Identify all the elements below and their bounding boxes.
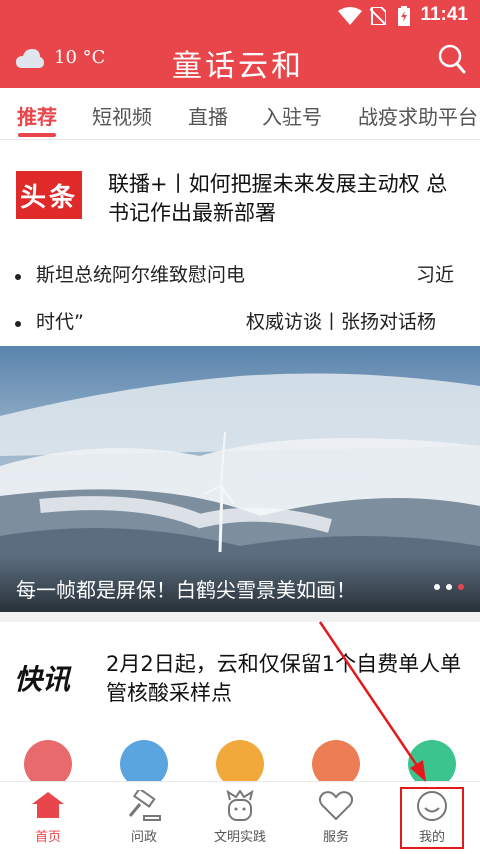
tab-epidemic-help[interactable]: 战疫求助平台	[358, 101, 478, 130]
no-sim-icon	[370, 7, 386, 25]
tab-accounts[interactable]: 入驻号	[262, 101, 322, 130]
status-bar: 11:41	[0, 0, 480, 32]
cloud-icon	[16, 48, 44, 68]
tab-live[interactable]: 直播	[188, 101, 228, 130]
status-time: 11:41	[420, 4, 468, 25]
app-header: 10 °C 童话云和	[0, 32, 480, 88]
highlight-box	[400, 787, 464, 849]
mascot-icon	[226, 790, 254, 821]
nav-home[interactable]: 首页	[0, 782, 96, 854]
ticker-list: 斯坦总统阿尔维致慰问电 习近 时代” 权威访谈丨张扬对话杨	[0, 252, 480, 344]
tab-short-video[interactable]: 短视频	[92, 101, 152, 130]
nav-civilization[interactable]: 文明实践	[192, 782, 288, 854]
banner-caption[interactable]: 每一帧都是屏保！白鹤尖雪景美如画！	[16, 574, 356, 603]
pager-dot-active[interactable]	[458, 584, 464, 590]
nav-service[interactable]: 服务	[288, 782, 384, 854]
tab-recommend[interactable]: 推荐	[17, 101, 57, 130]
pager-dot[interactable]	[434, 584, 440, 590]
ticker-item-2-left[interactable]: 时代”	[36, 307, 84, 343]
battery-icon	[398, 6, 410, 26]
nav-inquiry-label: 问政	[130, 830, 157, 845]
search-icon[interactable]	[438, 44, 466, 74]
heart-icon	[318, 791, 354, 821]
quick-icons-row	[0, 732, 480, 788]
channel-tabs: 推荐 短视频 直播 入驻号 战疫求助平台	[0, 88, 480, 140]
bullet-dot	[15, 274, 21, 280]
ticker-item-2-right[interactable]: 权威访谈丨张扬对话杨	[246, 307, 436, 343]
flash-news-logo: 快讯	[14, 663, 71, 696]
weather-widget[interactable]: 10 °C	[16, 47, 105, 68]
flash-news-title[interactable]: 2月2日起，云和仅保留1个自费单人单管核酸采样点	[106, 650, 466, 708]
headline-card[interactable]: 头条 联播+丨如何把握未来发展主动权 总书记作出最新部署	[0, 140, 480, 250]
banner-carousel[interactable]: 每一帧都是屏保！白鹤尖雪景美如画！	[0, 346, 480, 612]
banner-caption-bar: 每一帧都是屏保！白鹤尖雪景美如画！	[0, 556, 480, 612]
brand-logo: 童话云和	[172, 49, 304, 84]
pager-dot[interactable]	[446, 584, 452, 590]
nav-civilization-label: 文明实践	[213, 830, 266, 845]
home-icon	[32, 792, 64, 818]
carousel-pager	[434, 584, 464, 590]
ticker-item-1-left[interactable]: 斯坦总统阿尔维致慰问电	[36, 260, 245, 296]
flash-news-card[interactable]: 快讯 2月2日起，云和仅保留1个自费单人单管核酸采样点	[0, 612, 480, 732]
nav-service-label: 服务	[322, 830, 349, 845]
temperature-label: 10 °C	[54, 47, 106, 68]
bullet-dot	[15, 321, 21, 327]
headline-title[interactable]: 联播+丨如何把握未来发展主动权 总书记作出最新部署	[108, 170, 458, 228]
gavel-icon	[128, 790, 161, 821]
nav-inquiry[interactable]: 问政	[96, 782, 192, 854]
wifi-icon	[338, 7, 362, 25]
ticker-item-1-right[interactable]: 习近	[416, 260, 454, 296]
nav-home-label: 首页	[34, 830, 61, 845]
headline-logo: 头条	[16, 171, 82, 219]
tab-indicator	[18, 133, 56, 137]
